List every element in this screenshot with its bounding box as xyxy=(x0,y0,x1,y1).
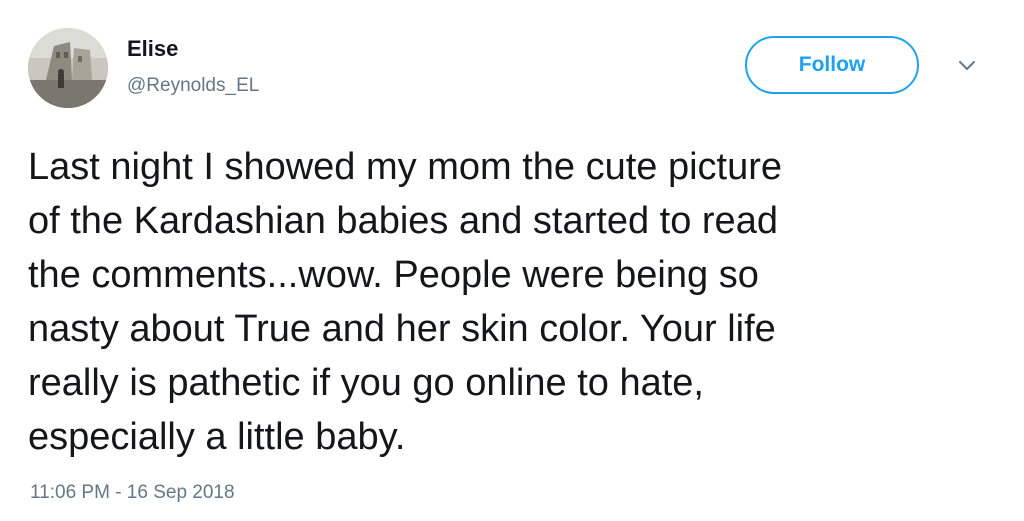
follow-button[interactable]: Follow xyxy=(745,36,919,94)
user-avatar[interactable] xyxy=(28,28,108,108)
tweet-text-line: really is pathetic if you go online to h… xyxy=(28,362,704,404)
tweet-text-line: the comments...wow. People were being so xyxy=(28,254,759,296)
user-name[interactable]: Elise xyxy=(127,36,178,62)
tweet-text-line: especially a little baby. xyxy=(28,416,406,458)
avatar-image xyxy=(28,28,108,108)
tweet-text-line: of the Kardashian babies and started to … xyxy=(28,200,778,242)
tweet-timestamp[interactable]: 11:06 PM - 16 Sep 2018 xyxy=(30,481,235,505)
user-handle: @Reynolds_EL xyxy=(127,75,260,96)
tweet-card: Elise @Reynolds_EL Follow Last night I s… xyxy=(0,0,1024,521)
tweet-text-line: Last night I showed my mom the cute pict… xyxy=(28,146,783,188)
tweet-text: Last night I showed my mom the cute pict… xyxy=(28,140,1018,464)
tweet-text-line: nasty about True and her skin color. You… xyxy=(28,308,776,350)
chevron-down-icon[interactable] xyxy=(956,58,978,74)
